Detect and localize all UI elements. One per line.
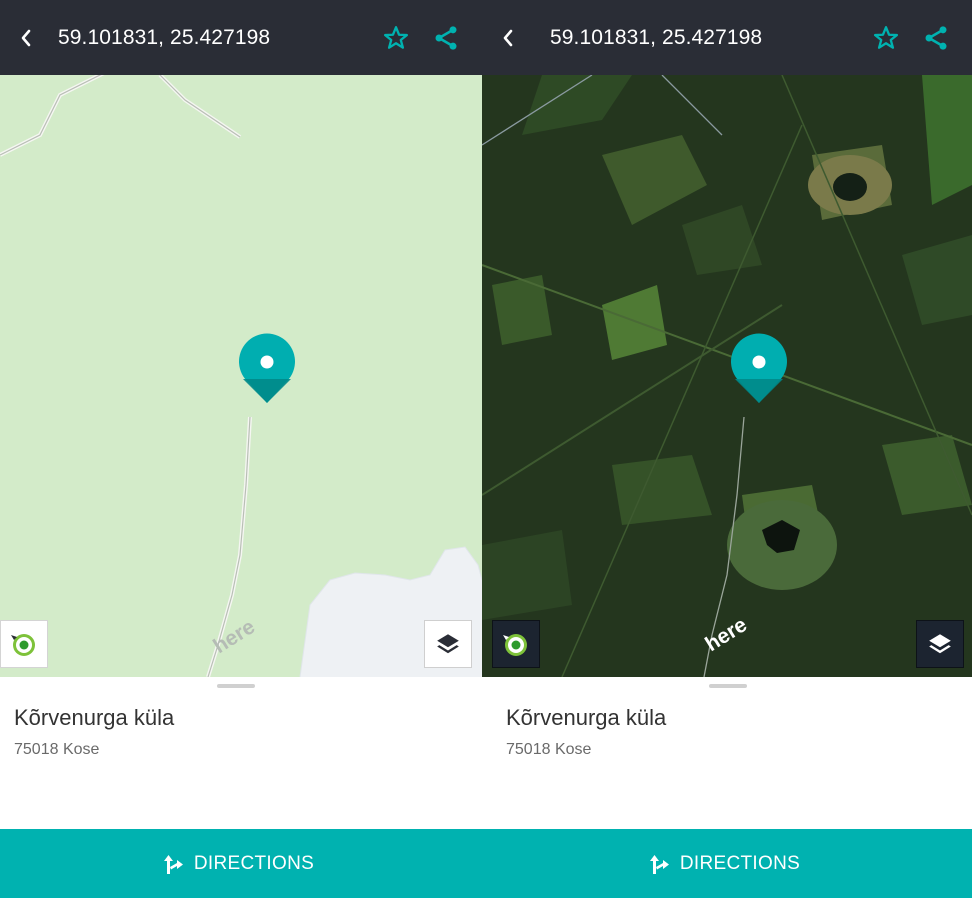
top-bar: 59.101831, 25.427198 [0,0,482,75]
directions-icon [163,854,183,874]
map-layers-button[interactable] [916,620,964,668]
map-screen-normal: 59.101831, 25.427198 here Kõrvenurga kül… [0,0,482,898]
place-address: 75018 Kose [506,741,592,758]
share-icon [925,26,947,50]
directions-content: DIRECTIONS [648,852,800,876]
favorite-button[interactable] [382,24,410,52]
share-button[interactable] [432,24,460,52]
layers-icon [437,634,459,654]
directions-label: DIRECTIONS [193,852,315,874]
satellite-canvas [482,75,972,677]
locate-me-icon [503,634,527,656]
locate-me-button[interactable] [492,620,540,668]
locate-me-button[interactable] [0,620,48,668]
map-screen-satellite: 59.101831, 25.427198 here Kõrvenurga kül… [482,0,972,898]
star-outline-icon [873,26,899,49]
locate-me-icon [11,634,35,656]
place-name: Kõrvenurga küla [14,705,175,730]
location-pin-icon[interactable] [729,333,789,405]
place-name: Kõrvenurga küla [506,705,667,730]
directions-content: DIRECTIONS [162,852,314,876]
map-view[interactable]: here [0,75,482,677]
map-layers-button[interactable] [424,620,472,668]
place-info-sheet[interactable]: Kõrvenurga küla 75018 Kose [0,677,482,829]
coordinates-title: 59.101831, 25.427198 [58,26,271,49]
chevron-left-icon [21,29,31,47]
back-button[interactable] [494,24,522,52]
share-icon [435,26,457,50]
sheet-drag-handle[interactable] [217,684,255,688]
chevron-left-icon [503,29,513,47]
place-info-sheet[interactable]: Kõrvenurga küla 75018 Kose [482,677,972,829]
back-button[interactable] [12,24,40,52]
sheet-drag-handle[interactable] [709,684,747,688]
top-bar: 59.101831, 25.427198 [482,0,972,75]
coordinates-title: 59.101831, 25.427198 [550,26,763,49]
layers-icon [929,634,951,654]
directions-button[interactable]: DIRECTIONS [0,829,482,898]
directions-button[interactable]: DIRECTIONS [482,829,972,898]
location-pin-icon[interactable] [237,333,297,405]
place-address: 75018 Kose [14,741,100,758]
favorite-button[interactable] [872,24,900,52]
directions-icon [649,854,669,874]
star-outline-icon [383,26,409,49]
directions-label: DIRECTIONS [679,852,801,874]
map-view[interactable]: here [482,75,972,677]
share-button[interactable] [922,24,950,52]
